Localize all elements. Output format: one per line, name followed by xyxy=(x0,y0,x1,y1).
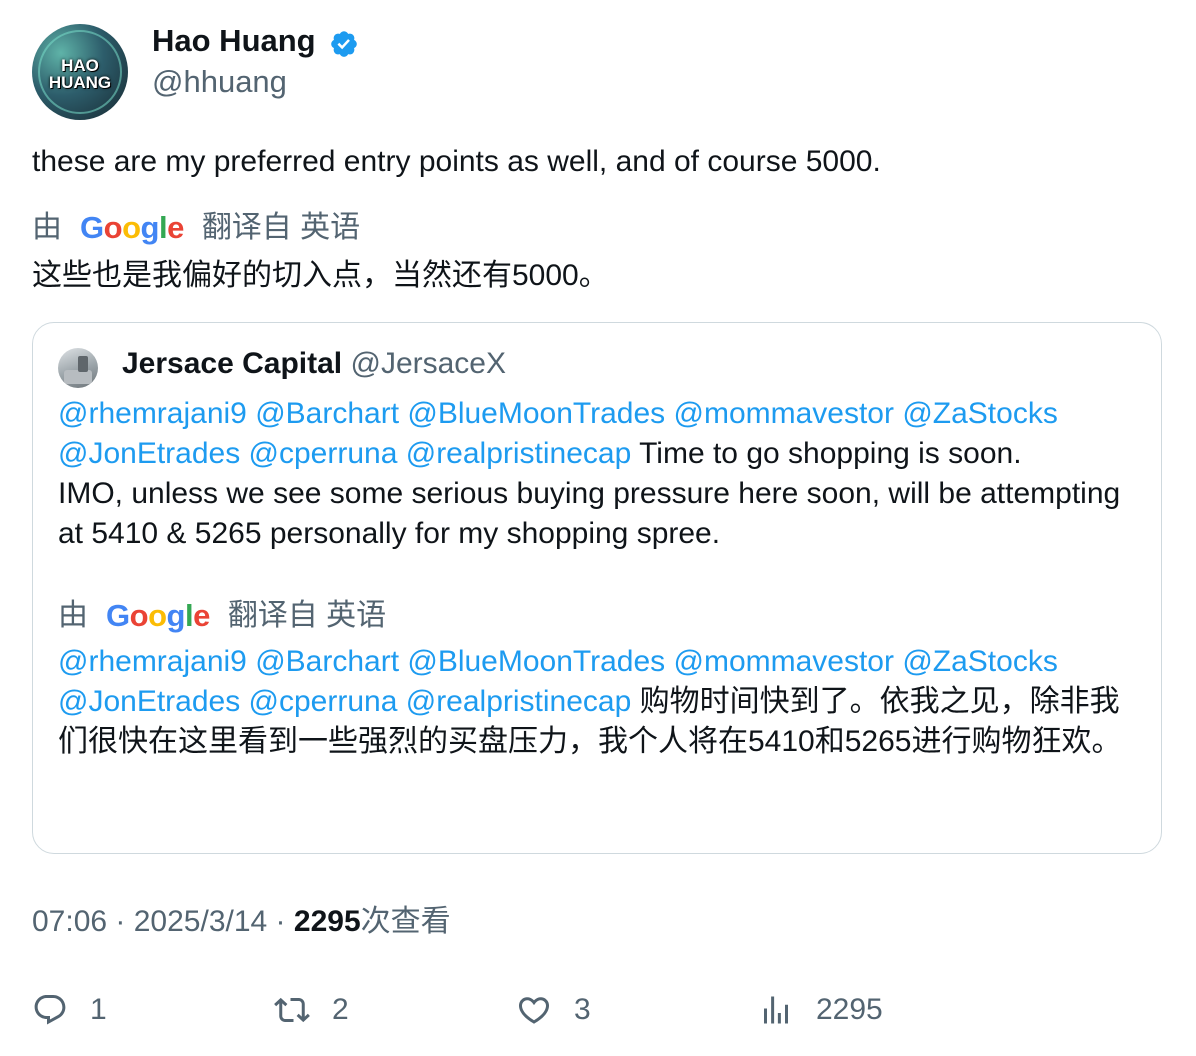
views-button[interactable]: 2295 xyxy=(758,990,883,1030)
meta-separator: · xyxy=(267,905,294,938)
quote-text-rest: IMO, unless we see some serious buying p… xyxy=(58,477,1121,550)
avatar-text-line1: HAO xyxy=(61,56,99,75)
quote-body: @rhemrajani9 @Barchart @BlueMoonTrades @… xyxy=(58,394,1138,762)
tweet-meta: 07:06 · 2025/3/14 · 2295次查看 xyxy=(32,902,451,942)
reply-icon xyxy=(34,995,66,1025)
meta-separator: · xyxy=(107,905,134,938)
quote-mentions-line2[interactable]: @JonEtrades @cperruna @realpristinecap xyxy=(58,437,631,470)
author-handle[interactable]: @hhuang xyxy=(152,63,287,101)
google-logo: Google xyxy=(80,210,184,245)
retweet-icon xyxy=(274,997,310,1023)
retweet-count: 2 xyxy=(332,993,349,1026)
verified-badge-icon xyxy=(331,31,357,57)
author-avatar[interactable]: HAO HUANG xyxy=(32,24,128,120)
like-count: 3 xyxy=(574,993,591,1026)
views-count: 2295 xyxy=(816,993,883,1026)
translation-suffix: 翻译自 英语 xyxy=(201,211,361,244)
quote-tr-mentions-line2[interactable]: @JonEtrades @cperruna @realpristinecap xyxy=(58,685,631,718)
quote-google-logo: Google xyxy=(106,598,210,633)
translation-attribution: 由 Google 翻译自 英语 xyxy=(32,208,360,248)
quote-tr-mentions-line1[interactable]: @rhemrajani9 @Barchart @BlueMoonTrades @… xyxy=(58,642,1138,682)
tweet-text: these are my preferred entry points as w… xyxy=(32,145,881,178)
view-count: 2295 xyxy=(293,905,361,938)
reply-button[interactable]: 1 xyxy=(32,990,107,1030)
analytics-icon xyxy=(764,996,788,1024)
reply-count: 1 xyxy=(90,993,107,1026)
quote-avatar[interactable] xyxy=(58,348,98,388)
quote-text-part: Time to go shopping is soon. xyxy=(631,437,1022,470)
quote-translation-attribution: 由 Google 翻译自 英语 xyxy=(58,596,1138,642)
views-label: 次查看 xyxy=(360,905,451,938)
quote-author-name: Jersace Capital xyxy=(122,347,343,380)
tweet-date[interactable]: 2025/3/14 xyxy=(134,905,267,938)
like-button[interactable]: 3 xyxy=(516,990,591,1030)
quote-author[interactable]: Jersace Capital @JersaceX xyxy=(122,344,506,384)
author-name[interactable]: Hao Huang xyxy=(152,22,316,60)
translation-prefix: 由 xyxy=(32,211,62,244)
quote-mentions-line1[interactable]: @rhemrajani9 @Barchart @BlueMoonTrades @… xyxy=(58,394,1138,434)
avatar-text-line2: HUANG xyxy=(48,73,112,92)
quote-translation-prefix: 由 xyxy=(58,599,88,632)
retweet-button[interactable]: 2 xyxy=(274,990,349,1030)
quote-translation-suffix: 翻译自 英语 xyxy=(227,599,387,632)
tweet-time[interactable]: 07:06 xyxy=(32,905,107,938)
translated-text: 这些也是我偏好的切入点，当然还有5000。 xyxy=(32,259,609,292)
quote-author-handle: @JersaceX xyxy=(350,347,506,380)
heart-icon xyxy=(518,997,550,1024)
